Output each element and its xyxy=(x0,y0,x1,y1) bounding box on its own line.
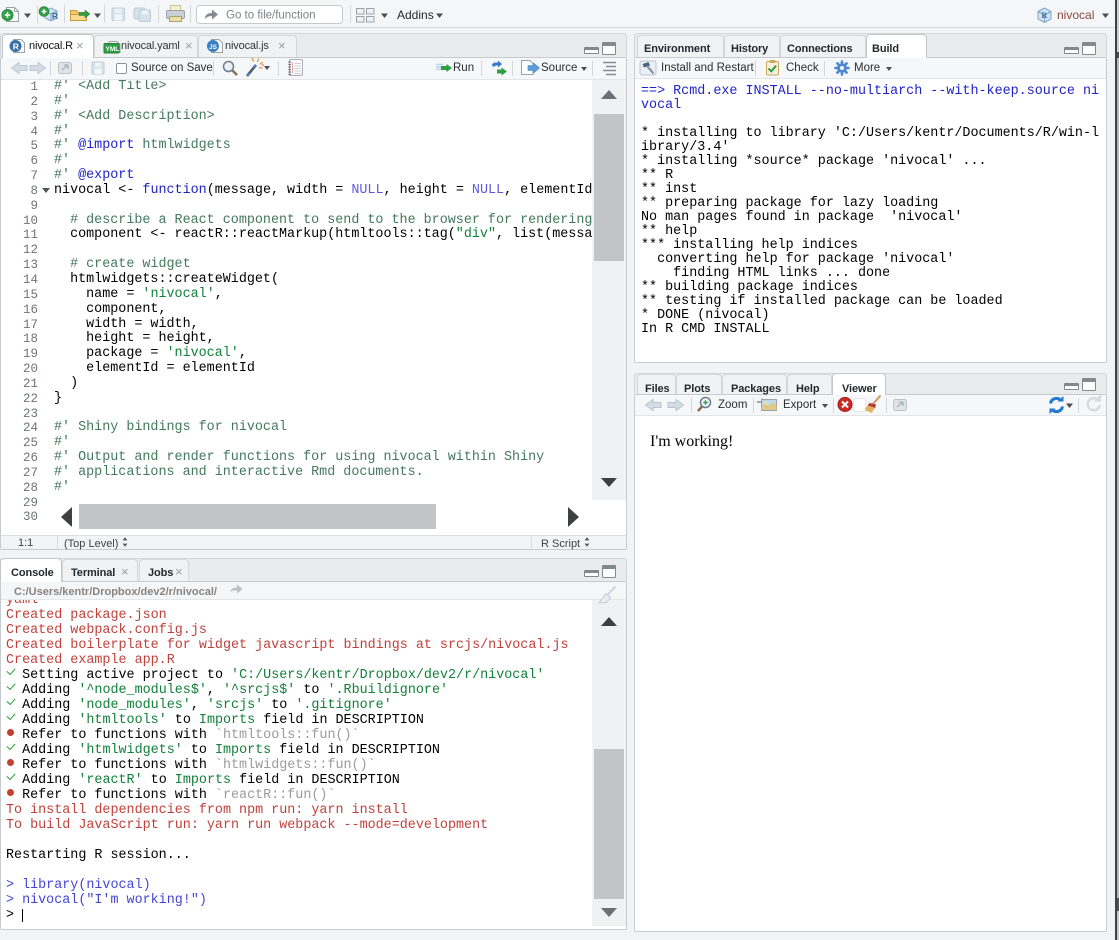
svg-text:Go to file/function: Go to file/function xyxy=(226,10,316,22)
svg-text:YML: YML xyxy=(106,46,120,53)
svg-text:R: R xyxy=(52,12,58,21)
svg-text:R: R xyxy=(1042,11,1048,20)
svg-text:R: R xyxy=(13,42,19,52)
svg-text:JS: JS xyxy=(209,44,218,51)
